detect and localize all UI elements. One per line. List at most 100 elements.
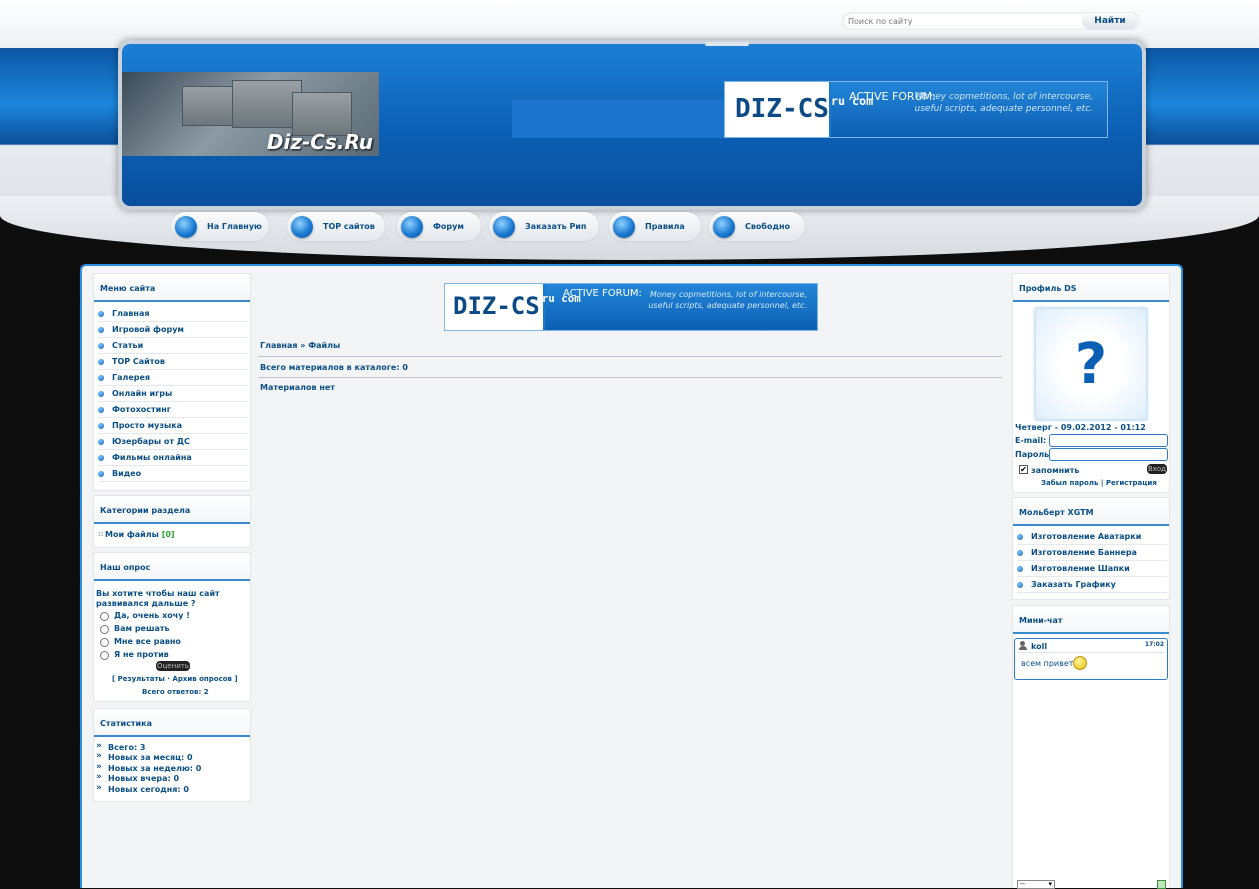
smiley-icon (1073, 656, 1087, 670)
menu-item[interactable]: Фотохостинг (98, 402, 248, 418)
profile-date: Четверг - 09.02.2012 - 01:12 (1015, 423, 1146, 432)
content-banner[interactable]: DIZ-CS ru com ACTIVE FORUM: Money copmeti… (444, 283, 818, 331)
profile-links: Забыл пароль | Регистрация (1041, 479, 1157, 487)
menu-item[interactable]: Видео (98, 466, 248, 482)
poll-option: Я не против (114, 650, 169, 659)
bullet-icon (1017, 533, 1023, 540)
double-arrow-icon: » (96, 741, 102, 751)
breadcrumb[interactable]: Главная » Файлы (260, 341, 340, 350)
bullet-icon (98, 406, 104, 413)
double-arrow-icon: » (96, 751, 102, 761)
menu-item[interactable]: Юзербары от ДС (98, 434, 248, 450)
nav-label: Свободно (745, 222, 790, 231)
nav-order-rip[interactable]: Заказать Рип (489, 212, 599, 241)
email-field[interactable] (1049, 434, 1168, 447)
no-materials: Материалов нет (260, 383, 335, 392)
bullet-icon (98, 326, 104, 333)
password-field[interactable] (1049, 448, 1168, 461)
forgot-password-link[interactable]: Забыл пароль (1041, 479, 1098, 487)
stats-block: Статистика » Всего: 3 » Новых за месяц: … (93, 708, 251, 802)
nav-forum[interactable]: Форум (397, 212, 481, 241)
banner-desc-line1: Money copmetitions, lot of intercourse, (916, 92, 1093, 102)
menu-item[interactable]: Просто музыка (98, 418, 248, 434)
search-bar: Найти (842, 12, 1140, 30)
divider (1017, 652, 1165, 653)
nav-free[interactable]: Свободно (709, 212, 805, 241)
block-title: Мини-чат (1013, 606, 1169, 634)
block-title: Профиль DS (1013, 274, 1169, 302)
menu-item[interactable]: Главная (98, 306, 248, 322)
bullet-icon (98, 390, 104, 397)
banner-brand: DIZ-CS ru com (453, 292, 581, 320)
login-button[interactable]: Вход (1147, 464, 1167, 474)
stats-line: Новых за месяц: 0 (108, 753, 193, 762)
menu-item[interactable]: Изготовление Аватарки (1017, 529, 1167, 545)
poll-radio[interactable] (100, 612, 109, 621)
stats-line: Новых сегодня: 0 (108, 785, 189, 794)
double-arrow-icon: » (96, 783, 102, 793)
password-label: Пароль: (1015, 450, 1053, 459)
stats-line: Новых за неделю: 0 (108, 764, 202, 773)
poll-links[interactable]: [ Результаты · Архив опросов ] (112, 675, 238, 683)
chat-time: 17:02 (1144, 641, 1164, 648)
menu-item[interactable]: Статьи (98, 338, 248, 354)
double-arrow-icon: » (96, 762, 102, 772)
poll-radio[interactable] (100, 625, 109, 634)
divider (258, 356, 1002, 357)
block-title: Статистика (94, 709, 250, 737)
poll-radio[interactable] (100, 651, 109, 660)
nav-top-sites[interactable]: TOP сайтов (287, 212, 385, 241)
menu-item[interactable]: Изготовление Шапки (1017, 561, 1167, 577)
menu-item[interactable]: Онлайн игры (98, 386, 248, 402)
block-title: Мольберт XGTM (1013, 498, 1169, 526)
chat-user[interactable]: koll (1031, 642, 1047, 651)
bullet-icon (98, 310, 104, 317)
chat-message-text: всем привет (1021, 659, 1074, 668)
bullet-icon (98, 342, 104, 349)
banner-desc-line2: useful scripts, adequate personnel, etc. (648, 301, 807, 310)
nav-ball-icon (493, 215, 515, 238)
bullet-icon (1017, 565, 1023, 572)
banner-desc-line1: Money copmetitions, lot of intercourse, (649, 290, 807, 299)
search-input[interactable] (848, 15, 1078, 28)
site-menu-block: Меню сайта Главная Игровой форум Статьи … (93, 273, 251, 491)
category-item[interactable]: Мои файлы [0] (105, 530, 175, 539)
menu-item[interactable]: TOP Сайтов (98, 354, 248, 370)
menu-item[interactable]: Заказать Графику (1017, 577, 1167, 593)
menu-item[interactable]: Изготовление Баннера (1017, 545, 1167, 561)
poll-radio[interactable] (100, 638, 109, 647)
poll-option: Мне все равно (114, 637, 181, 646)
bullet-icon (1017, 581, 1023, 588)
nav-label: Форум (433, 222, 464, 231)
poll-option: Вам решать (114, 624, 170, 633)
site-logo[interactable]: Diz-Cs.Ru (122, 72, 379, 156)
remember-checkbox[interactable]: ✔ (1019, 465, 1028, 474)
stats-line: Всего: 3 (108, 743, 146, 752)
nav-home[interactable]: На Главную (171, 212, 269, 241)
menu-item[interactable]: Фильмы онлайна (98, 450, 248, 466)
header-banner[interactable]: DIZ-CS ru com ACTIVE FORUM: Money copmeti… (724, 81, 1108, 138)
profile-block: Профиль DS ? Четверг - 09.02.2012 - 01:1… (1012, 273, 1170, 493)
poll-vote-button[interactable]: Оценить (156, 661, 190, 671)
block-title: Меню сайта (94, 274, 250, 302)
search-button[interactable]: Найти (1082, 13, 1138, 29)
chat-message: koll 17:02 всем привет (1014, 638, 1168, 680)
banner-tagline: ACTIVE FORUM: (563, 288, 642, 299)
poll-option: Да, очень хочу ! (114, 611, 190, 620)
bullet-icon (1017, 549, 1023, 556)
nav-label: Заказать Рип (525, 222, 587, 231)
bullet-icon (98, 422, 104, 429)
nav-ball-icon (613, 215, 635, 238)
divider (258, 377, 1002, 378)
categories-block: Категории раздела :: Мои файлы [0] (93, 495, 251, 548)
register-link[interactable]: Регистрация (1106, 479, 1157, 487)
poll-block: Наш опрос Вы хотите чтобы наш сайт разви… (93, 552, 251, 702)
bullet-icon (98, 374, 104, 381)
menu-item[interactable]: Галерея (98, 370, 248, 386)
nav-label: На Главную (207, 222, 262, 231)
nav-rules[interactable]: Правила (609, 212, 701, 241)
avatar-placeholder: ? (1035, 308, 1147, 420)
poll-total: Всего ответов: 2 (142, 688, 209, 696)
catalog-total: Всего материалов в каталоге: 0 (260, 363, 408, 372)
menu-item[interactable]: Игровой форум (98, 322, 248, 338)
